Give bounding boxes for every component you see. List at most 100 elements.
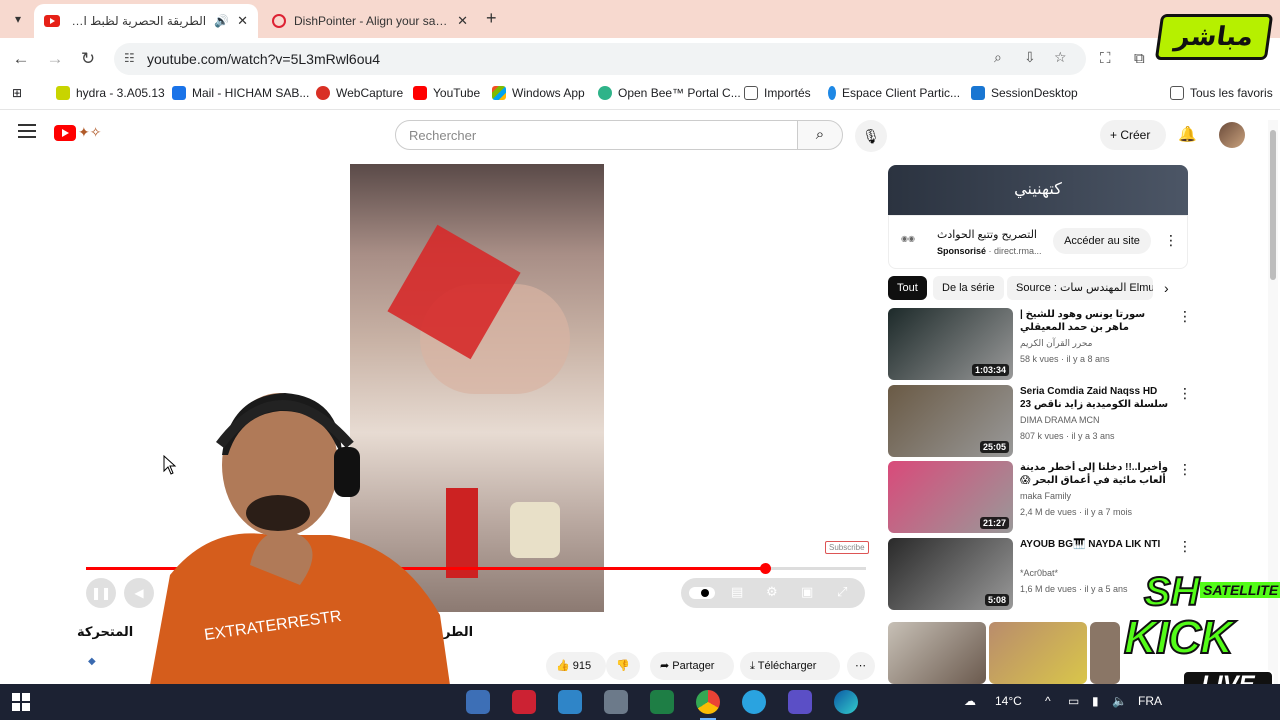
- ad-card[interactable]: ◉◉ التصريح وتتبع الحوادث Sponsorisé · di…: [888, 215, 1188, 269]
- site-info-icon[interactable]: ☷: [124, 51, 135, 65]
- scrollbar-thumb[interactable]: [1270, 130, 1276, 280]
- create-button[interactable]: + Créer: [1100, 120, 1166, 150]
- bookmark-star-icon[interactable]: ☆: [1054, 49, 1067, 66]
- recommended-video-title[interactable]: سورتا يونس وهود للشيخ | ماهر بن حمد المع…: [1020, 308, 1170, 334]
- channel-icon[interactable]: ◆: [88, 656, 96, 667]
- more-options-icon[interactable]: ⋮: [1178, 538, 1192, 555]
- taskbar-app-icon[interactable]: [512, 690, 536, 714]
- network-icon[interactable]: ▭: [1068, 694, 1079, 708]
- bookmark-windows-app[interactable]: Windows App: [492, 86, 585, 100]
- close-tab-icon[interactable]: ✕: [457, 13, 468, 29]
- calculator-icon[interactable]: [604, 690, 628, 714]
- bookmark-mail[interactable]: Mail - HICHAM SAB...: [172, 86, 309, 100]
- like-button[interactable]: 👍 915: [546, 652, 606, 680]
- download-label: Télécharger: [757, 660, 817, 672]
- edge-icon[interactable]: [834, 690, 858, 714]
- more-options-icon[interactable]: ⋮: [1178, 308, 1192, 325]
- download-button[interactable]: ⤓ Télécharger: [740, 652, 840, 680]
- shorts-thumbnail[interactable]: [989, 622, 1087, 684]
- tab-youtube[interactable]: الطريقة الحصرية لظبط المدا 🔊 ✕: [34, 4, 258, 38]
- bookmark-importes[interactable]: Importés: [744, 86, 811, 100]
- reload-icon[interactable]: ↻: [77, 48, 99, 70]
- pause-button[interactable]: ❚❚: [86, 578, 116, 608]
- bookmark-open-bee[interactable]: Open Bee™ Portal C...: [598, 86, 741, 100]
- ad-banner[interactable]: كتهنيني: [888, 165, 1188, 215]
- taskbar-app-icon[interactable]: [558, 690, 582, 714]
- extensions-puzzle-icon[interactable]: ⧉: [1134, 50, 1145, 67]
- autoplay-toggle[interactable]: [689, 587, 715, 599]
- fullscreen-icon[interactable]: ⤢: [837, 584, 847, 600]
- subtitles-icon[interactable]: ▤: [731, 584, 743, 600]
- apps-grid-icon[interactable]: ⊞: [12, 86, 22, 100]
- install-app-icon[interactable]: ⇩: [1024, 49, 1036, 66]
- taskbar-app-icon[interactable]: [466, 690, 490, 714]
- shorts-thumbnail[interactable]: [888, 622, 986, 684]
- bookmark-sessiondesktop[interactable]: SessionDesktop: [971, 86, 1078, 100]
- more-options-icon[interactable]: ⋮: [1178, 385, 1192, 402]
- new-tab-icon[interactable]: +: [486, 8, 497, 29]
- tray-chevron-icon[interactable]: ^: [1045, 694, 1051, 708]
- back-icon[interactable]: ←: [10, 48, 32, 70]
- miniplayer-icon[interactable]: ▣: [801, 584, 813, 600]
- address-bar[interactable]: ☷ youtube.com/watch?v=5L3mRwl6ou4 ⌕ ⇩ ☆: [114, 43, 1086, 75]
- notifications-bell-icon[interactable]: 🔔: [1178, 125, 1197, 143]
- recommended-video[interactable]: 21:27 وأخيرا..!! دخلنا إلى أخطر مدينة ألع…: [888, 461, 1192, 533]
- chip-series[interactable]: De la série: [933, 276, 1004, 300]
- channel-name[interactable]: maka Family: [1020, 491, 1071, 501]
- chip-source[interactable]: Source : المهندس سات Elmuhand: [1007, 276, 1153, 300]
- settings-gear-icon[interactable]: ⚙: [766, 584, 778, 600]
- video-thumbnail[interactable]: 5:08: [888, 538, 1013, 610]
- youtube-logo[interactable]: [54, 125, 76, 141]
- url-text[interactable]: youtube.com/watch?v=5L3mRwl6ou4: [147, 51, 380, 67]
- chip-tout[interactable]: Tout: [888, 276, 927, 300]
- volume-tray-icon[interactable]: 🔈: [1112, 694, 1127, 708]
- dislike-button[interactable]: 👎: [606, 652, 640, 680]
- microphone-tray-icon[interactable]: ▮: [1092, 694, 1099, 708]
- bookmark-youtube[interactable]: YouTube: [413, 86, 480, 100]
- video-thumbnail[interactable]: 21:27: [888, 461, 1013, 533]
- telegram-icon[interactable]: [742, 690, 766, 714]
- recommended-video-title[interactable]: Seria Comdia Zaid Naqss HD 23 سلسلة الكو…: [1020, 385, 1170, 411]
- ad-more-icon[interactable]: ⋮: [1164, 232, 1178, 249]
- progress-handle[interactable]: [759, 563, 771, 574]
- zoom-icon[interactable]: ⌕: [994, 49, 1002, 66]
- close-tab-icon[interactable]: ✕: [237, 13, 248, 29]
- channel-name[interactable]: *Acr0bat*: [1020, 568, 1058, 578]
- weather-icon[interactable]: ☁: [964, 694, 976, 708]
- extension-icon[interactable]: ⛶: [1100, 50, 1111, 67]
- visit-site-button[interactable]: Accéder au site: [1053, 228, 1151, 254]
- recommended-video[interactable]: 25:05 Seria Comdia Zaid Naqss HD 23 سلسلة…: [888, 385, 1192, 457]
- forward-icon[interactable]: →: [44, 48, 66, 70]
- microphone-icon[interactable]: 🎙: [855, 120, 887, 152]
- chevron-right-icon[interactable]: ›: [1164, 280, 1169, 296]
- speaker-icon[interactable]: 🔊: [214, 14, 229, 28]
- channel-name[interactable]: محرر القرآن الكريم: [1020, 338, 1093, 349]
- youtube-doodle-icon[interactable]: ✦✧: [78, 124, 101, 141]
- search-input[interactable]: Rechercher: [395, 120, 798, 150]
- recommended-video[interactable]: 1:03:34 سورتا يونس وهود للشيخ | ماهر بن ح…: [888, 308, 1192, 380]
- recommended-video-title[interactable]: وأخيرا..!! دخلنا إلى أخطر مدينة ألعاب ما…: [1020, 461, 1170, 487]
- temperature[interactable]: 14°C: [995, 694, 1022, 708]
- subscribe-watermark[interactable]: Subscribe: [825, 541, 869, 554]
- taskbar-app-icon[interactable]: [650, 690, 674, 714]
- bookmark-hydra[interactable]: hydra - 3.A05.13: [56, 86, 165, 100]
- taskbar-app-icon[interactable]: [788, 690, 812, 714]
- tab-search-button[interactable]: ▾: [6, 8, 30, 30]
- avatar[interactable]: [1219, 122, 1245, 148]
- input-language[interactable]: FRA: [1138, 694, 1162, 708]
- share-button[interactable]: ➦ Partager: [650, 652, 734, 680]
- all-bookmarks[interactable]: Tous les favoris: [1170, 86, 1273, 100]
- video-thumbnail[interactable]: 1:03:34: [888, 308, 1013, 380]
- windows-start-icon[interactable]: [12, 693, 30, 711]
- channel-name[interactable]: DIMA DRAMA MCN: [1020, 415, 1100, 425]
- tab-dishpointer[interactable]: DishPointer - Align your satellit ✕: [262, 4, 478, 38]
- bookmark-espace-client[interactable]: Espace Client Partic...: [828, 86, 960, 100]
- more-options-icon[interactable]: ⋮: [1178, 461, 1192, 478]
- recommended-video-title[interactable]: AYOUB BG🎹 NAYDA LIK NTI: [1020, 538, 1170, 551]
- bookmark-webcapture[interactable]: WebCapture: [316, 86, 403, 100]
- search-icon[interactable]: ⌕: [797, 120, 843, 150]
- chrome-icon[interactable]: [696, 690, 720, 714]
- video-thumbnail[interactable]: 25:05: [888, 385, 1013, 457]
- hamburger-menu-icon[interactable]: [18, 124, 36, 138]
- more-actions-icon[interactable]: ⋯: [847, 652, 875, 680]
